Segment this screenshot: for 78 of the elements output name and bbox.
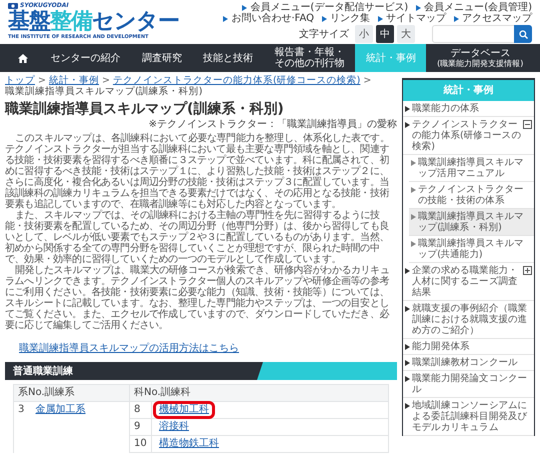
breadcrumb-separator: > xyxy=(102,75,110,86)
triangle-icon xyxy=(411,160,416,166)
header-link[interactable]: アクセスマップ xyxy=(454,13,532,24)
triangle-icon xyxy=(378,16,383,22)
nav-tab[interactable]: 技能と技術 xyxy=(192,44,264,72)
table-cell: 10 xyxy=(130,436,152,452)
header-link[interactable]: サイトマップ xyxy=(378,13,446,24)
sidebar-link[interactable]: 能力開発体系 xyxy=(403,339,534,354)
triangle-icon xyxy=(223,16,228,22)
body-paragraph: このスキルマップは、各訓練科において必要な専門能力を整理し、体系化した表です。テクノインストラクターが担当する訓練科において最も主要な専門領域を軸とし、関連する技能・技術要素を習得するべき順番に３ステップで並べています。科に配属されて、初めに習得するべき技能・技術はステップ１に、より習熟した技能・技術はステップ２に、さらに高度化・複合化あるいは周辺分野の技能・技術はステップ３に配置しています。当該訓練科の訓練カリキュラムを担当できる要素だけではなく、その応用となる技能・技術要素も追記していますので、在職者訓練等にも対応した内容となっています。 xyxy=(5,133,390,210)
sidebar-link[interactable]: 地域訓練コンソーシアムによる委託訓練科目開発及びモデルカリキュラム xyxy=(403,398,534,435)
triangle-icon xyxy=(405,268,410,274)
breadcrumb-separator: > xyxy=(363,75,372,86)
breadcrumb-link[interactable]: テクノインストラクターの能力体系(研修コースの検索) xyxy=(112,75,360,86)
nav-tab[interactable]: 報告書・年報・ その他の刊行物 xyxy=(264,44,356,72)
sidebar-link[interactable]: 職業能力の体系 xyxy=(403,101,534,116)
triangle-icon xyxy=(454,16,459,22)
table-cell: 3 xyxy=(14,402,32,452)
sidebar-link[interactable]: 就職支援の事例紹介（職業訓練における就職支援の進め方のご紹介） xyxy=(403,301,534,338)
header-link[interactable]: お問い合わせ·FAQ xyxy=(223,13,314,24)
font-size-label: 文字サイズ xyxy=(299,28,349,42)
usage-link[interactable]: 職業訓練指導員スキルマップの活用方法はこちら xyxy=(19,343,239,354)
sidebar-link[interactable]: 職業訓練指導員スキルマップ活用マニュアル xyxy=(409,155,534,181)
nav-tab[interactable]: センターの紹介 xyxy=(40,44,132,72)
sidebar-link[interactable]: 企業の求める職業能力・人材に関するニーズ調査結果 xyxy=(403,263,534,300)
sidebar-link[interactable]: テクノインストラクターの技能・技術の体系 xyxy=(409,182,534,208)
triangle-icon xyxy=(411,187,416,193)
sidebar-link[interactable]: 職業訓練指導員スキルマップ(訓練系・科別) xyxy=(409,209,534,235)
nav-tab[interactable]: 調査研究 xyxy=(131,44,193,72)
collapse-icon[interactable] xyxy=(523,120,532,129)
section-title: 普通職業訓練 xyxy=(13,364,73,378)
search-button[interactable] xyxy=(514,25,532,43)
header-link[interactable]: 会員メニュー(データ配信サービス) xyxy=(242,2,408,13)
site-logo[interactable]: 基盤整備センター xyxy=(8,9,179,35)
font-size-button[interactable]: 小 xyxy=(355,25,373,43)
breadcrumb-link[interactable]: トップ xyxy=(5,75,35,86)
table-cell: 9 xyxy=(130,418,152,436)
table-cell: 8 xyxy=(130,402,152,418)
triangle-icon xyxy=(322,16,327,22)
triangle-icon xyxy=(405,106,410,112)
column-header: 科No.訓練科 xyxy=(130,384,388,402)
font-size-button[interactable]: 中 xyxy=(376,25,394,43)
table-link[interactable]: 機械加工科 xyxy=(156,404,212,416)
body-paragraph: 開発したスキルマップは、職業大の研修コースが検索でき、研修内容がわかるカリキュラムへリンクできます。テクノインストラクター個人のスキルアップや研修企画等の参考にご利用ください。各技能・技術要素に必要な能力（知識、技術・技能等）については、スキルシートに記載しています。なお、整理した専門能力やステップは、一つの目安としてご覧ください。また、エクセルで作成していますので、ダウンロードしていただき、必要に応じて編集してご活用ください。 xyxy=(5,265,390,331)
breadcrumb-current: 職業訓練指導員スキルマップ(訓練系・科別) xyxy=(5,86,202,97)
triangle-icon xyxy=(405,306,410,312)
triangle-icon xyxy=(411,214,416,220)
note-text: ※テクノインストラクター：「職業訓練指導員」の愛称 xyxy=(148,119,397,130)
triangle-icon xyxy=(242,4,248,10)
triangle-icon xyxy=(405,376,410,382)
logo-mark-icon xyxy=(8,3,18,9)
search-icon xyxy=(518,30,528,38)
breadcrumb-separator: > xyxy=(38,75,46,86)
table-link[interactable]: 構造物鉄工科 xyxy=(156,438,222,450)
sidebar-link[interactable]: 職業訓練教材コンクール xyxy=(403,355,534,370)
body-paragraph: また、スキルマップでは、その訓練科における主軸の専門性を先に習得するように技能・技術要素を配置しているため、その周辺分野（他専門分野）は、後から習得しても良いとして、レベルが低い要素でもステップ２や３に配置しているものがあります。当然、初めから関係する全ての専門分野を習得していくことが理想ですが、限られた時間の中で、効果・効率的に習得していくための一つのモデルとして作成しています。 xyxy=(5,210,390,265)
page-title: 職業訓練指導員スキルマップ(訓練系・科別) xyxy=(5,101,285,118)
sidebar-link[interactable]: 職業能力開発論文コンクール xyxy=(403,371,534,397)
sidebar-title: 統計・事例 xyxy=(403,80,534,101)
header-link[interactable]: 会員メニュー(会員管理) xyxy=(416,2,532,13)
table-link[interactable]: 金属加工系 xyxy=(36,404,86,415)
nav-tab[interactable]: データベース (職業能力開発支援情報) xyxy=(426,44,534,72)
table-link[interactable]: 溶接科 xyxy=(156,421,192,433)
sidebar-link[interactable]: 職業訓練指導員スキルマップ(共通能力) xyxy=(409,236,534,262)
triangle-icon xyxy=(405,344,410,350)
font-size-button[interactable]: 大 xyxy=(397,25,415,43)
triangle-icon xyxy=(405,403,410,409)
expand-icon[interactable] xyxy=(523,266,532,275)
home-icon xyxy=(18,54,28,62)
column-header: 系No.訓練系 xyxy=(14,384,130,402)
triangle-icon xyxy=(405,122,410,128)
header-link[interactable]: リンク集 xyxy=(322,13,370,24)
triangle-icon xyxy=(416,4,422,10)
triangle-icon xyxy=(405,360,410,366)
sidebar-link[interactable]: テクノインストラクターの能力体系(研修コースの検索) xyxy=(403,117,534,154)
breadcrumb-link[interactable]: 統計・事例 xyxy=(48,75,99,86)
triangle-icon xyxy=(411,241,416,247)
search-field[interactable] xyxy=(432,25,532,43)
